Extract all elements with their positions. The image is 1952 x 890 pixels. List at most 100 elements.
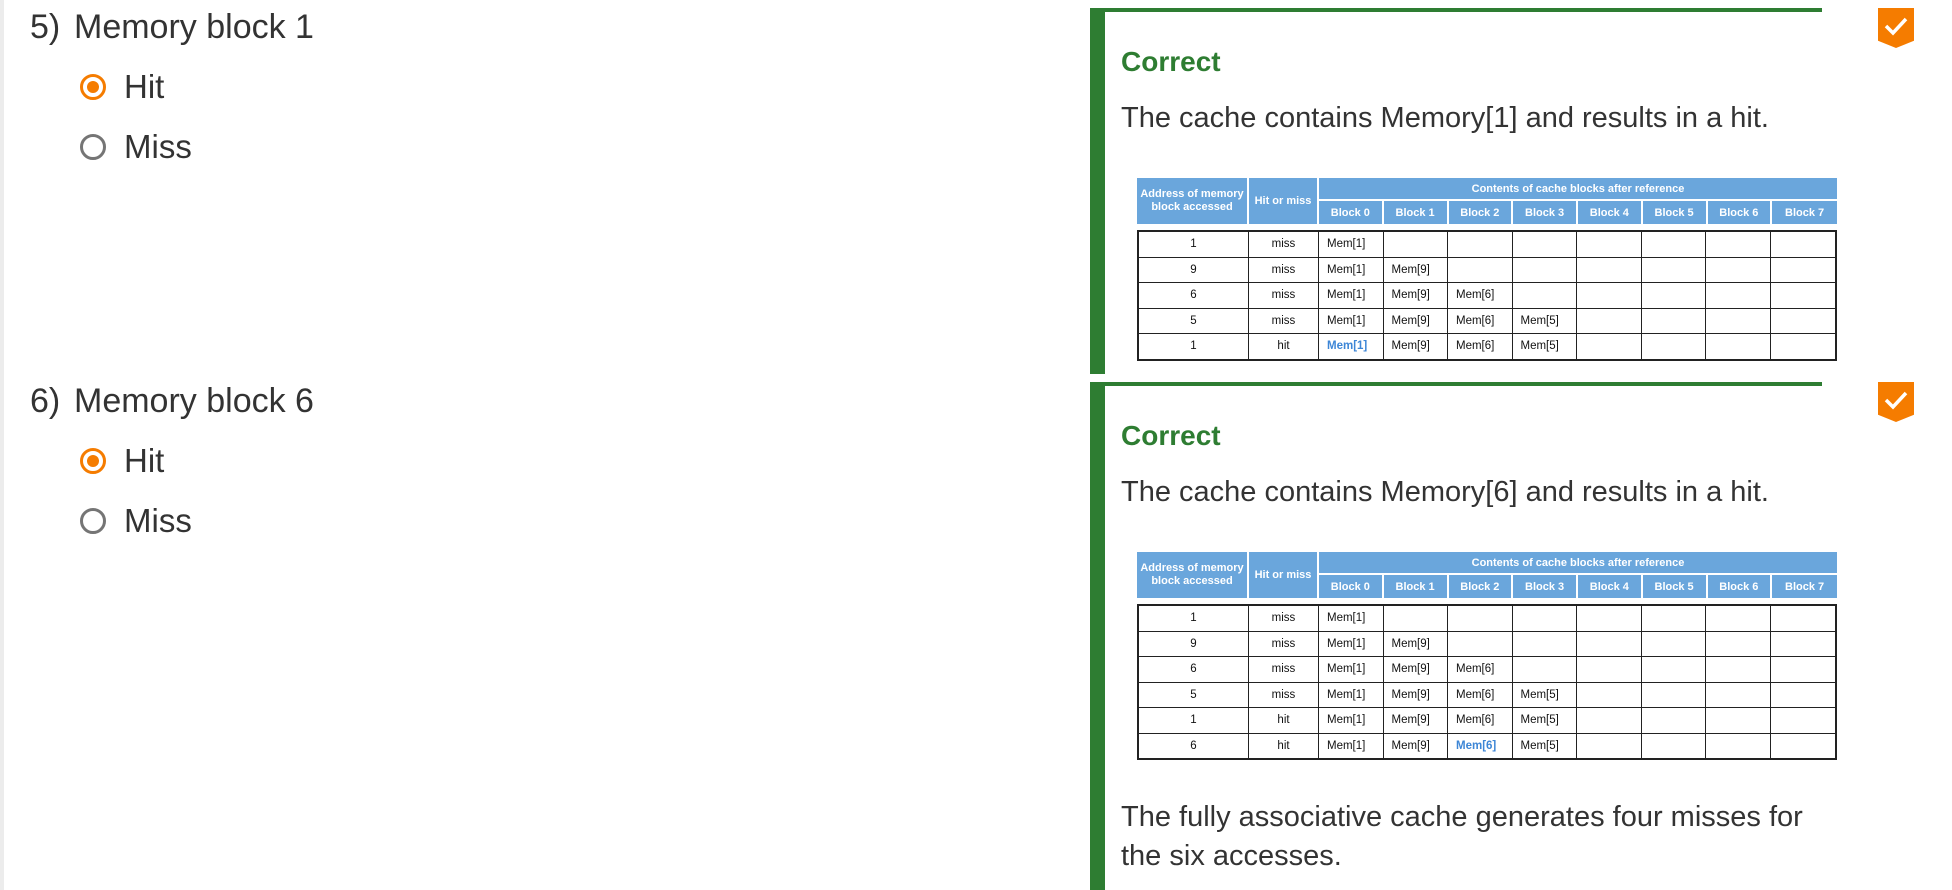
cell-block: [1771, 657, 1836, 682]
cell-block: [1513, 657, 1577, 682]
cell-result: hit: [1249, 733, 1319, 758]
cell-block: Mem[9]: [1384, 682, 1448, 707]
option-label: Miss: [124, 502, 192, 539]
feedback-panel: Correct The cache contains Memory[1] and…: [1090, 8, 1837, 374]
cell-block: Mem[6]: [1448, 708, 1513, 733]
cell-block: Mem[9]: [1384, 308, 1448, 333]
cell-block: [1513, 283, 1577, 308]
correct-badge: [1878, 382, 1914, 422]
cell-block: [1577, 283, 1642, 308]
cell-block: [1577, 232, 1642, 257]
radio-unselected-icon[interactable]: [80, 508, 106, 534]
cell-block: Mem[9]: [1384, 708, 1448, 733]
cell-result: hit: [1249, 334, 1319, 359]
cell-block: [1513, 232, 1577, 257]
cell-address: 9: [1139, 631, 1249, 656]
cell-block: Mem[1]: [1319, 334, 1384, 359]
cell-address: 6: [1139, 283, 1249, 308]
cell-block: Mem[1]: [1319, 708, 1384, 733]
cell-block: [1577, 708, 1642, 733]
cell-block: [1771, 683, 1836, 708]
question-title: 6) Memory block 6: [30, 382, 314, 421]
cell-address: 1: [1139, 232, 1249, 257]
cell-block: [1577, 733, 1642, 758]
radio-selected-icon[interactable]: [80, 74, 106, 100]
cell-result: miss: [1249, 657, 1319, 682]
cell-block: [1642, 631, 1706, 656]
cell-block: [1577, 308, 1642, 333]
table-row: 9 miss Mem[1] Mem[9]: [1139, 257, 1836, 283]
header-block: Block 6: [1708, 575, 1773, 598]
cell-block: Mem[5]: [1513, 708, 1577, 733]
cell-block: [1577, 257, 1642, 282]
cell-block: Mem[9]: [1384, 733, 1448, 758]
cell-block: Mem[6]: [1448, 283, 1513, 308]
cell-block: [1706, 733, 1771, 758]
cell-block: [1706, 682, 1771, 707]
option-miss[interactable]: Miss: [80, 128, 192, 166]
table-row: 1 miss Mem[1]: [1139, 606, 1835, 632]
cell-block: [1771, 334, 1836, 359]
cell-block: [1706, 283, 1771, 308]
cell-block: [1706, 334, 1771, 359]
cell-result: miss: [1249, 308, 1319, 333]
question-5: 5) Memory block 1: [30, 8, 314, 47]
cell-result: miss: [1249, 283, 1319, 308]
cell-address: 6: [1139, 657, 1249, 682]
cell-block: Mem[1]: [1319, 257, 1384, 282]
cell-block: [1771, 734, 1836, 759]
header-block: Block 6: [1708, 201, 1773, 224]
cell-block: [1706, 657, 1771, 682]
cell-block: Mem[9]: [1384, 631, 1448, 656]
cell-block: [1384, 232, 1448, 257]
cell-block: [1642, 606, 1706, 631]
question-text: Memory block 1: [74, 8, 314, 46]
cell-block: Mem[5]: [1513, 334, 1577, 359]
cell-block: [1577, 334, 1642, 359]
table-row: 6 miss Mem[1] Mem[9] Mem[6]: [1139, 657, 1835, 683]
cell-block: Mem[1]: [1319, 657, 1384, 682]
cell-block: [1771, 258, 1836, 283]
cell-block: Mem[6]: [1448, 733, 1513, 758]
option-hit[interactable]: Hit: [80, 442, 164, 480]
cell-block: [1448, 232, 1513, 257]
header-block: Block 4: [1578, 575, 1643, 598]
cell-result: miss: [1249, 631, 1319, 656]
cell-result: miss: [1249, 682, 1319, 707]
header-block: Block 5: [1643, 201, 1708, 224]
cell-block: [1642, 232, 1706, 257]
header-block: Block 3: [1513, 575, 1578, 598]
cell-address: 5: [1139, 308, 1249, 333]
header-block: Block 1: [1384, 575, 1449, 598]
cell-block: [1513, 606, 1577, 631]
cell-block: [1642, 682, 1706, 707]
cell-block: Mem[9]: [1384, 334, 1448, 359]
cell-block: [1577, 606, 1642, 631]
header-hit-miss: Hit or miss: [1249, 178, 1319, 224]
cell-block: Mem[6]: [1448, 308, 1513, 333]
cell-block: Mem[5]: [1513, 733, 1577, 758]
cell-block: Mem[5]: [1513, 308, 1577, 333]
header-block: Block 7: [1785, 580, 1825, 593]
header-block: Block 4: [1578, 201, 1643, 224]
cell-block: [1448, 257, 1513, 282]
cell-block: Mem[9]: [1384, 283, 1448, 308]
cell-block: Mem[5]: [1513, 682, 1577, 707]
radio-unselected-icon[interactable]: [80, 134, 106, 160]
cell-block: Mem[1]: [1319, 733, 1384, 758]
table-row: 9 miss Mem[1] Mem[9]: [1139, 631, 1835, 657]
header-block: Block 7: [1785, 206, 1825, 219]
option-miss[interactable]: Miss: [80, 502, 192, 540]
header-block: Block 2: [1449, 575, 1514, 598]
cell-block: [1642, 657, 1706, 682]
cell-block: [1577, 631, 1642, 656]
cell-block: Mem[1]: [1319, 283, 1384, 308]
header-block: Block 5: [1643, 575, 1708, 598]
option-hit[interactable]: Hit: [80, 68, 164, 106]
header-address: Address of memory block accessed: [1137, 552, 1249, 598]
question-text: Memory block 6: [74, 382, 314, 420]
header-block: Block 2: [1449, 201, 1514, 224]
cell-block: [1448, 631, 1513, 656]
radio-selected-icon[interactable]: [80, 448, 106, 474]
option-label: Hit: [124, 68, 165, 105]
